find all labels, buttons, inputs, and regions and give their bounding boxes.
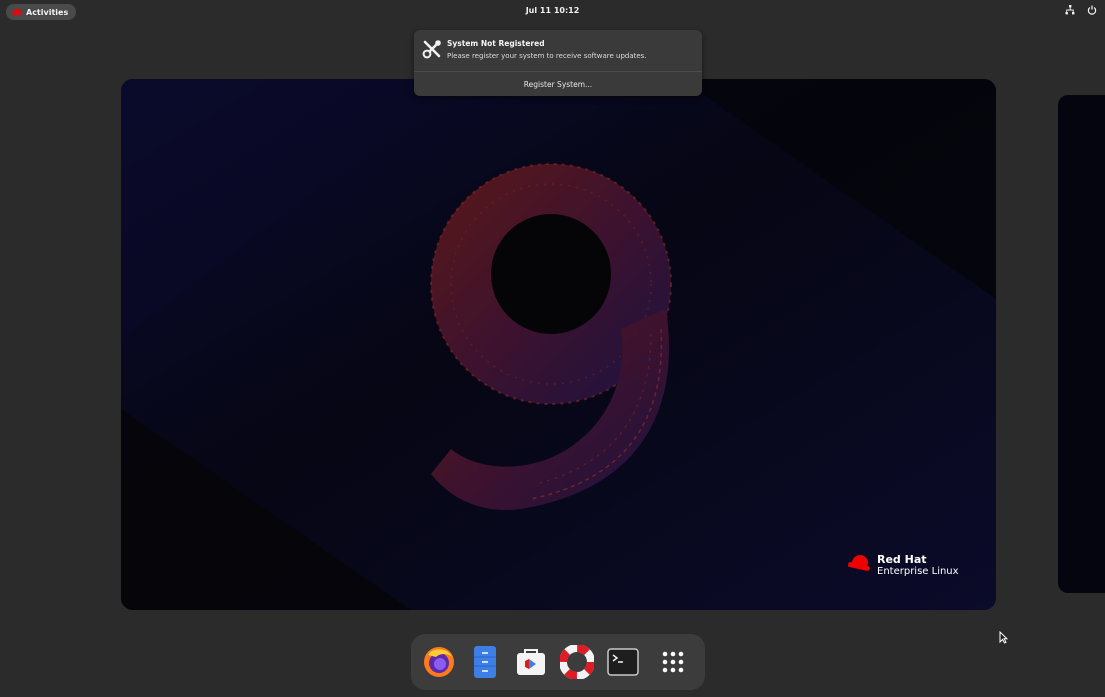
mouse-cursor-icon: [999, 629, 1009, 648]
help-icon[interactable]: [558, 643, 596, 681]
top-bar: Activities Jul 11 10:12: [0, 0, 1105, 24]
brand-line-1: Red Hat: [877, 553, 927, 566]
notification-body: Please register your system to receive s…: [447, 52, 647, 60]
notification-banner[interactable]: System Not Registered Please register yo…: [414, 30, 702, 96]
redhat-logo-icon: [848, 555, 872, 571]
dash: [411, 634, 705, 690]
workspace-thumbnail[interactable]: Red Hat Enterprise Linux: [121, 79, 996, 610]
register-system-button[interactable]: Register System...: [414, 71, 702, 96]
software-icon[interactable]: [512, 643, 550, 681]
firefox-icon[interactable]: [420, 643, 458, 681]
brand-line-2: Enterprise Linux: [877, 566, 959, 577]
notification-title: System Not Registered: [447, 39, 545, 48]
files-icon[interactable]: [466, 643, 504, 681]
clock[interactable]: Jul 11 10:12: [0, 6, 1105, 15]
next-workspace-thumbnail[interactable]: [1058, 95, 1105, 593]
redhat-brand: Red Hat Enterprise Linux: [848, 554, 959, 578]
system-tray[interactable]: [1065, 5, 1097, 18]
app-grid-icon[interactable]: [654, 643, 692, 681]
tools-icon: [421, 38, 443, 60]
terminal-icon[interactable]: [604, 643, 642, 681]
wallpaper-image: [121, 79, 996, 610]
network-icon[interactable]: [1065, 5, 1075, 18]
power-icon[interactable]: [1087, 5, 1097, 18]
